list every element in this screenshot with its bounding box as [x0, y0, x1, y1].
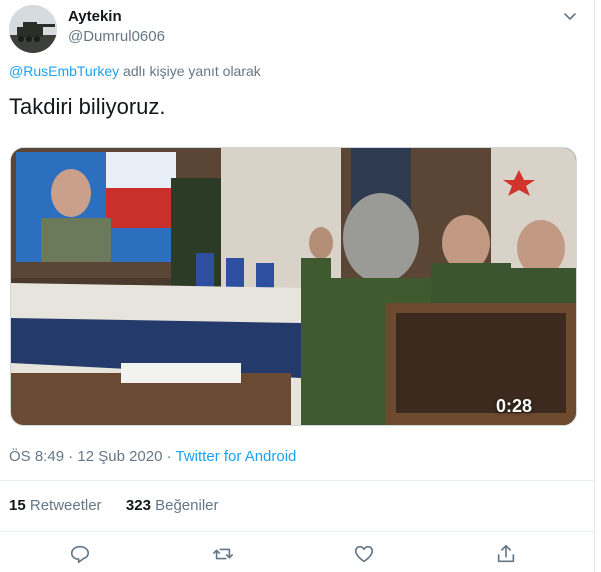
- video-duration: 0:28: [495, 396, 532, 416]
- retweet-icon[interactable]: [212, 543, 236, 567]
- tweet-timestamp[interactable]: ÖS 8:49 · 12 Şub 2020 ·: [9, 448, 176, 465]
- tweet-text: Takdiri biliyoruz.: [9, 94, 166, 119]
- tweet-card: Aytekin @Dumrul0606 @RusEmbTurkey adlı k…: [0, 0, 595, 572]
- retweet-label: Retweetler: [29, 497, 102, 514]
- avatar[interactable]: [9, 5, 57, 53]
- video-frame: [11, 148, 576, 425]
- mention-link[interactable]: @RusEmbTurkey: [9, 63, 119, 79]
- divider: [0, 531, 594, 532]
- chevron-down-icon[interactable]: [562, 8, 578, 24]
- like-stat[interactable]: 323 Beğeniler: [126, 497, 219, 514]
- retweet-count: 15: [9, 497, 26, 514]
- reply-context: @RusEmbTurkey adlı kişiye yanıt olarak: [9, 63, 261, 79]
- reply-context-label: adlı kişiye yanıt olarak: [119, 63, 261, 79]
- display-name[interactable]: Aytekin: [68, 8, 122, 25]
- reply-icon[interactable]: [69, 543, 93, 567]
- like-icon[interactable]: [353, 543, 377, 567]
- share-icon[interactable]: [495, 543, 519, 567]
- like-count: 323: [125, 497, 151, 514]
- user-handle[interactable]: @Dumrul0606: [68, 28, 165, 45]
- tweet-meta: ÖS 8:49 · 12 Şub 2020 · Twitter for Andr…: [9, 448, 296, 465]
- retweet-stat[interactable]: 15 Retweetler: [9, 497, 102, 514]
- divider: [0, 480, 594, 481]
- action-bar: [0, 543, 594, 569]
- tweet-source-link[interactable]: Twitter for Android: [176, 448, 297, 465]
- tweet-stats: 15 Retweetler 323 Beğeniler: [9, 497, 219, 514]
- video-player[interactable]: 0:28: [10, 147, 577, 426]
- like-label: Beğeniler: [155, 497, 219, 514]
- avatar-tank-image: [9, 5, 57, 53]
